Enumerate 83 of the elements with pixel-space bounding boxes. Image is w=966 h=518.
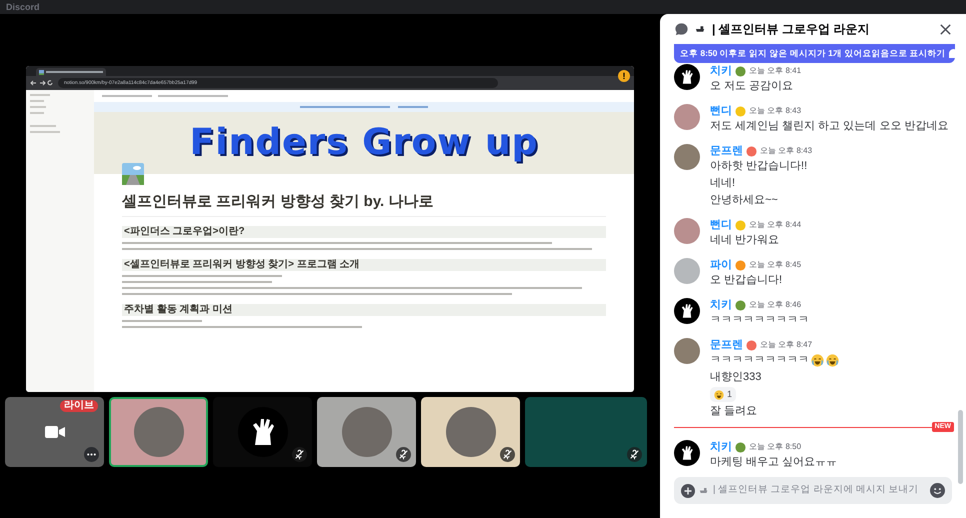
timestamp: 오늘 오후 8:47 — [760, 341, 812, 349]
window-title: Discord — [6, 2, 40, 12]
more-icon[interactable] — [84, 447, 99, 462]
message-text: 네네 반가워요 — [710, 233, 780, 248]
participant-tile[interactable] — [421, 397, 520, 467]
message-input[interactable]: | 셀프인터뷰 그로우업 라운지에 메시지 보내기 — [713, 483, 926, 498]
boat-icon — [695, 25, 706, 33]
timestamp: 오늘 오후 8:50 — [749, 443, 802, 451]
laughing-emoji-icon — [826, 354, 839, 367]
close-icon[interactable] — [939, 22, 952, 36]
avatar-placeholder[interactable] — [674, 338, 700, 364]
navigation-icon[interactable] — [30, 79, 54, 87]
badge-dot-icon — [735, 300, 746, 310]
author-name[interactable]: 치키 — [710, 442, 732, 452]
message-text: 네네! — [710, 176, 736, 191]
message-text: 안녕하세요~~ — [710, 193, 779, 208]
avatar-placeholder[interactable] — [674, 218, 700, 244]
timestamp: 오늘 오후 8:41 — [749, 67, 802, 75]
timestamp: 오늘 오후 8:46 — [749, 301, 802, 309]
boat-icon — [699, 487, 709, 494]
message-text: 오 반갑습니다! — [710, 273, 784, 288]
live-badge: 라이브 — [60, 400, 98, 412]
hand-logo-avatar-icon[interactable] — [674, 298, 700, 324]
participant-tile[interactable] — [317, 397, 416, 467]
author-name[interactable]: 파이 — [710, 260, 732, 270]
camera-icon — [44, 425, 64, 439]
participant-tile[interactable] — [525, 397, 647, 467]
badge-dot-icon — [735, 220, 746, 230]
message-text: 저도 세계인님 챌린지 하고 있는데 오오 반갑네요 — [710, 119, 948, 134]
mark-as-read-button[interactable]: 읽음으로 표시하기 — [871, 47, 958, 60]
add-icon[interactable] — [681, 484, 695, 498]
hand-logo-avatar-icon[interactable] — [674, 440, 700, 466]
timestamp: 오늘 오후 8:43 — [749, 107, 802, 115]
hand-logo-icon — [238, 407, 288, 457]
composer-bar[interactable]: | 셀프인터뷰 그로우업 라운지에 메시지 보내기 — [674, 477, 952, 504]
hand-logo-avatar-icon[interactable] — [674, 64, 700, 90]
message-text: ㅋㅋㅋㅋㅋㅋㅋㅋㅋ — [710, 353, 809, 368]
author-name[interactable]: 뻔디 — [710, 106, 732, 116]
section-heading: <파인더스 그로우업>이란? — [122, 226, 606, 238]
message-text: 잘 들려요 — [710, 404, 758, 419]
section-heading: <셀프인터뷰로 프리워커 방향성 찾기> 프로그램 소개 — [122, 258, 606, 271]
unread-notice: 오후 8:50 이후로 읽지 않은 메시지가 1개 있어요 — [680, 47, 872, 60]
author-name[interactable]: 치키 — [710, 66, 732, 76]
emoji-icon[interactable] — [930, 483, 945, 498]
channel-name: | 셀프인터뷰 그로우업 라운지 — [712, 21, 870, 38]
avatar-placeholder — [134, 407, 184, 457]
timestamp: 오늘 오후 8:43 — [760, 147, 812, 155]
participant-tile[interactable] — [109, 397, 208, 467]
avatar-placeholder — [446, 407, 496, 457]
message-text: 마케팅 배우고 싶어요ㅠㅠ — [710, 455, 838, 470]
participant-tile[interactable] — [213, 397, 312, 467]
scrollbar-thumb[interactable] — [958, 410, 963, 484]
browser-tab[interactable] — [36, 68, 106, 76]
avatar-placeholder[interactable] — [674, 104, 700, 130]
message-text: ㅋㅋㅋㅋㅋㅋㅋㅋㅋ — [710, 313, 809, 328]
participant-tile[interactable]: 라이브 — [5, 397, 104, 467]
reaction-button[interactable]: 1 — [710, 387, 736, 402]
smiling-emoji-icon — [714, 390, 724, 400]
avatar-placeholder — [342, 407, 392, 457]
laughing-emoji-icon — [811, 354, 824, 367]
section-heading: 주차별 활동 계획과 미션 — [122, 304, 606, 316]
message-text: 내향인333 — [710, 370, 762, 385]
author-name[interactable]: 뻔디 — [710, 220, 732, 230]
badge-dot-icon — [746, 340, 757, 350]
unread-icon — [948, 49, 958, 58]
cover-title: Finders Grow up — [190, 125, 538, 161]
badge-dot-icon — [735, 442, 746, 452]
badge-dot-icon — [735, 260, 746, 270]
badge-dot-icon — [735, 106, 746, 116]
page-icon — [39, 70, 44, 74]
timestamp: 오늘 오후 8:45 — [749, 261, 802, 269]
author-name[interactable]: 치키 — [710, 300, 732, 310]
author-name[interactable]: 문프렌 — [710, 340, 743, 350]
message-text: 아하핫 반갑습니다!! — [710, 159, 808, 174]
timestamp: 오늘 오후 8:44 — [749, 221, 802, 229]
avatar-placeholder[interactable] — [674, 144, 700, 170]
page-title: 셀프인터뷰로 프리워커 방향성 찾기 by. 나나로 — [122, 193, 606, 217]
railway-icon — [122, 163, 144, 185]
message-text: 오 저도 공감이요 — [710, 79, 794, 94]
badge-dot-icon — [746, 146, 757, 156]
badge-dot-icon — [735, 66, 746, 76]
thread-icon — [674, 22, 689, 36]
author-name[interactable]: 문프렌 — [710, 146, 743, 156]
